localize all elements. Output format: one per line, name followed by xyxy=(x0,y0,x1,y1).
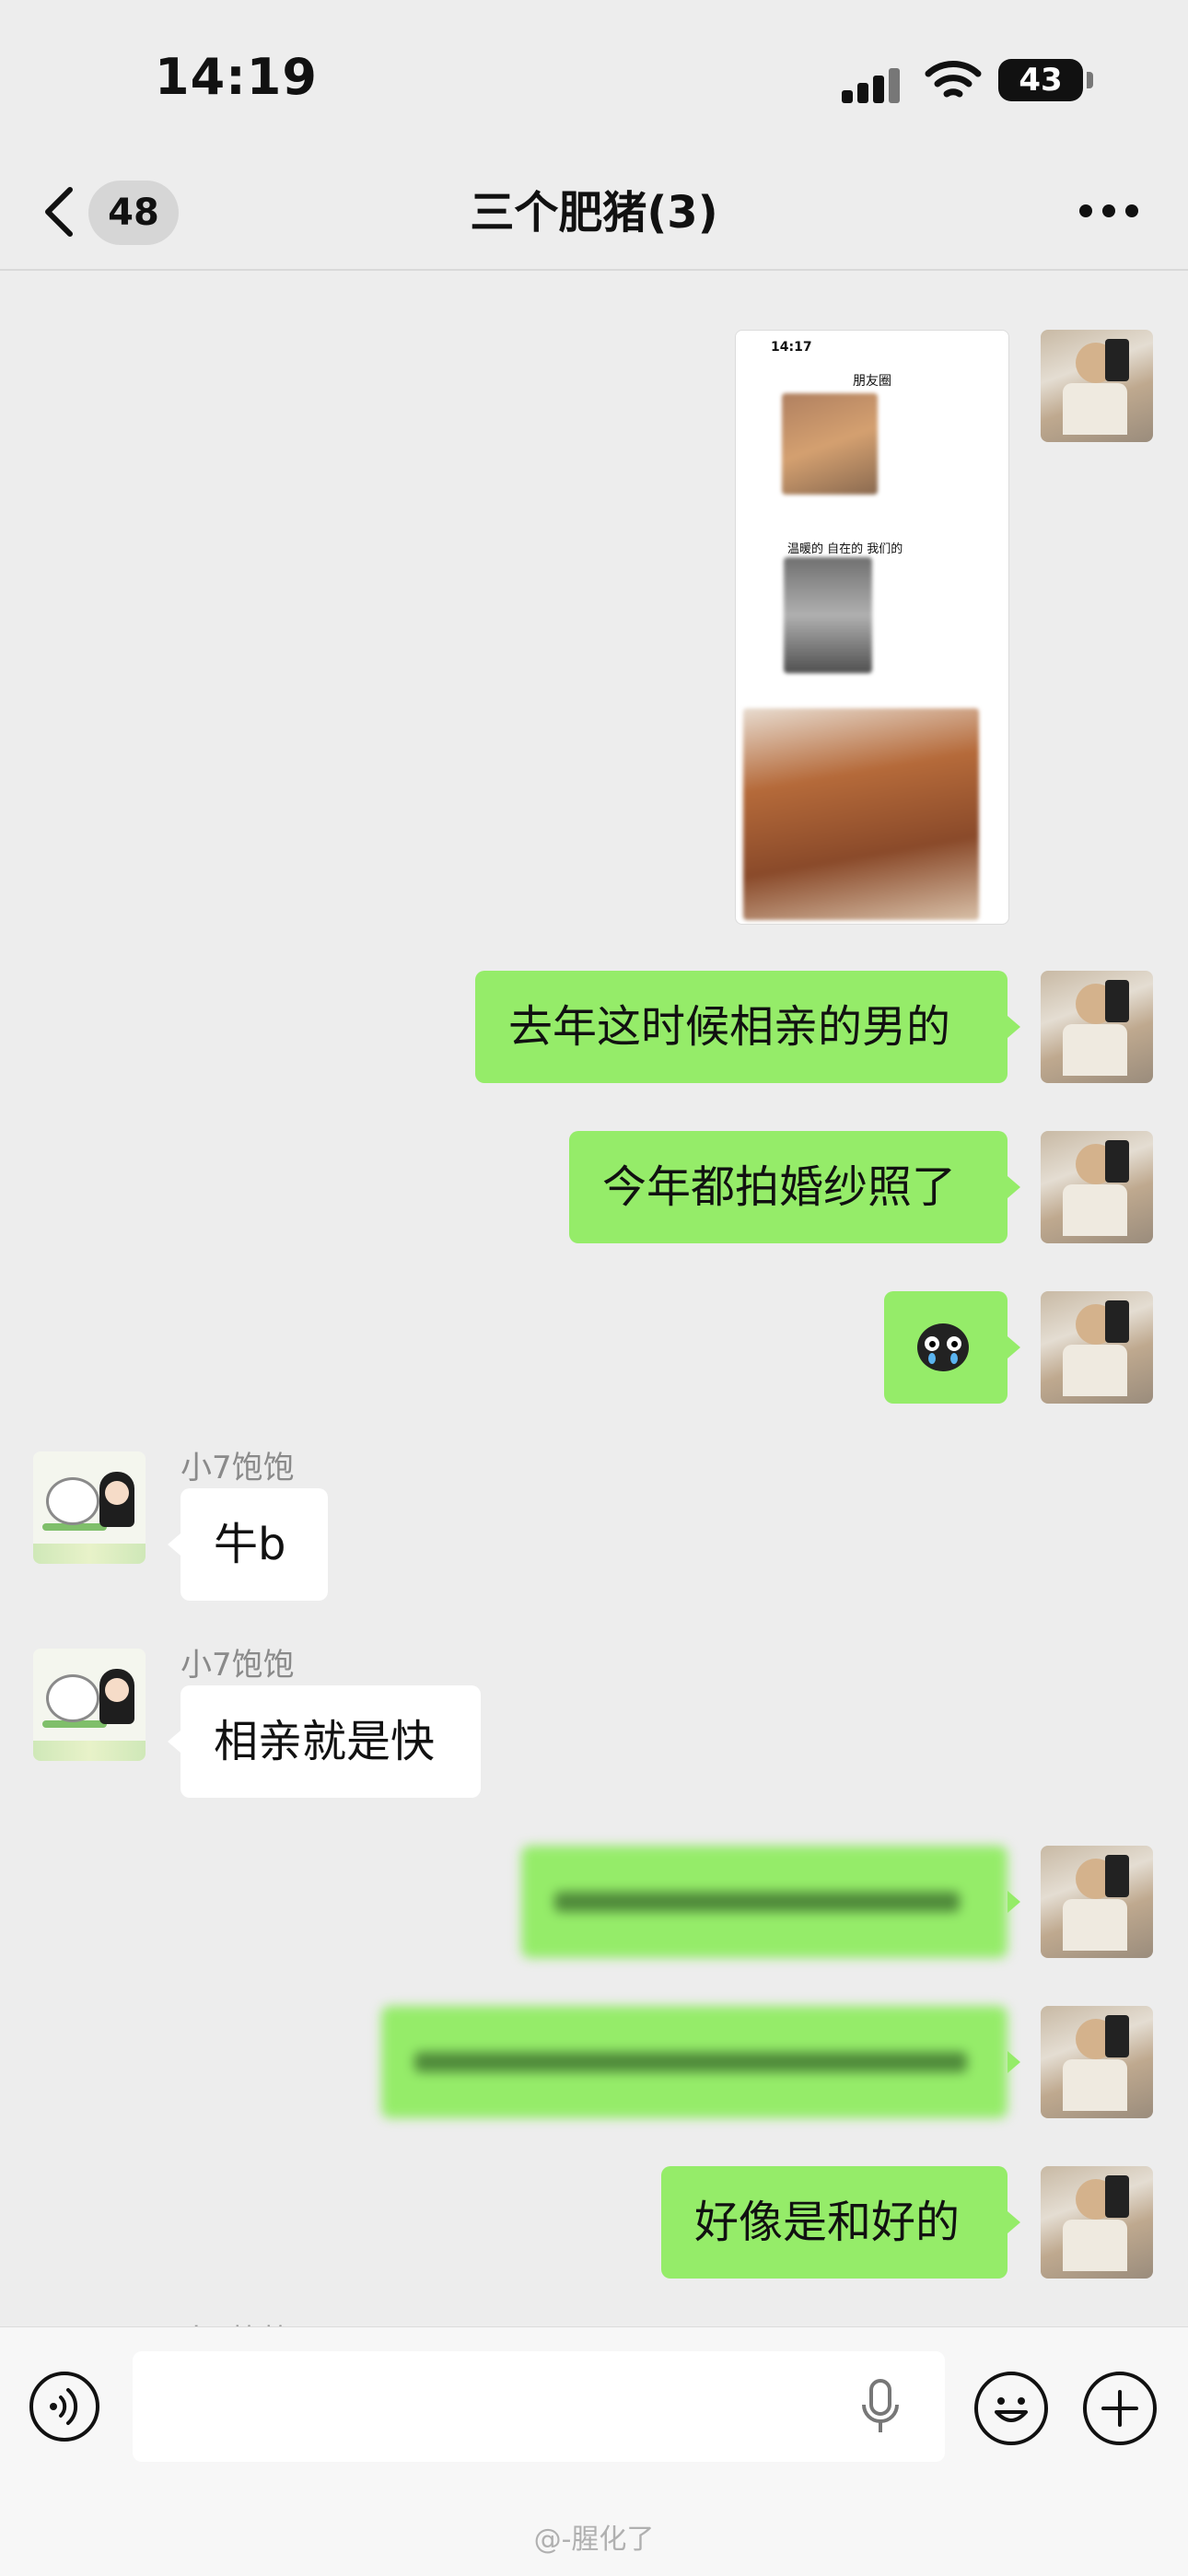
message-bubble-mine[interactable]: 好像是和好的 xyxy=(661,2166,1007,2279)
bubble-tail xyxy=(1007,1891,1020,1913)
image-message[interactable]: 14:17 朋友圈 温暖的 自在的 我们的 xyxy=(735,330,1009,925)
my-avatar[interactable] xyxy=(1041,1131,1153,1243)
message-bubble-mine[interactable]: 去年这时候相亲的男的 xyxy=(475,971,1007,1083)
battery-indicator: 43 xyxy=(998,59,1083,101)
add-attachment-icon[interactable] xyxy=(1083,2372,1157,2445)
bubble-tail xyxy=(1007,2051,1020,2073)
blurred-photo xyxy=(782,393,878,495)
cellular-signal-icon xyxy=(842,64,903,103)
my-avatar[interactable] xyxy=(1041,971,1153,1083)
blurred-photo xyxy=(743,708,979,920)
message-input[interactable] xyxy=(133,2351,945,2462)
status-bar: 14:19 43 xyxy=(0,0,1188,157)
contact-avatar[interactable] xyxy=(33,1649,146,1761)
bubble-tail xyxy=(168,1731,181,1753)
wifi-icon xyxy=(925,61,982,98)
screenshot-title: 朋友圈 xyxy=(853,374,891,389)
battery-nub xyxy=(1087,72,1093,88)
status-time: 14:19 xyxy=(155,48,318,106)
crying-face-emoji xyxy=(917,1323,969,1371)
my-avatar[interactable] xyxy=(1041,2006,1153,2118)
bubble-tail xyxy=(1007,1016,1020,1038)
sender-name: 小7饱饱 xyxy=(181,1450,295,1486)
bubble-tail xyxy=(168,1533,181,1556)
my-avatar[interactable] xyxy=(1041,1291,1153,1404)
watermark: @-腥化了 xyxy=(533,2524,655,2556)
emoji-picker-icon[interactable] xyxy=(974,2372,1048,2445)
my-avatar[interactable] xyxy=(1041,1846,1153,1958)
more-options-icon[interactable] xyxy=(1079,204,1138,219)
bubble-tail xyxy=(1007,1336,1020,1358)
sender-name: 小7饱饱 xyxy=(181,1647,295,1684)
message-bubble-mine-redacted[interactable] xyxy=(521,1846,1007,1958)
message-bubble-other[interactable]: 牛b xyxy=(181,1488,328,1601)
message-bubble-mine[interactable] xyxy=(884,1291,1007,1404)
message-bubble-mine-redacted[interactable] xyxy=(381,2006,1007,2118)
bubble-tail xyxy=(1007,2211,1020,2233)
microphone-icon[interactable] xyxy=(860,2379,901,2436)
screenshot-caption: 温暖的 自在的 我们的 xyxy=(787,542,903,556)
chat-title: 三个肥猪(3) xyxy=(470,187,718,239)
chat-header: 48 三个肥猪(3) xyxy=(0,157,1188,271)
screenshot-time: 14:17 xyxy=(771,340,812,355)
voice-input-icon[interactable] xyxy=(29,2372,99,2442)
blurred-photo xyxy=(784,557,872,673)
bubble-tail xyxy=(1007,1176,1020,1198)
my-avatar[interactable] xyxy=(1041,2166,1153,2279)
contact-avatar[interactable] xyxy=(33,1451,146,1564)
message-bubble-mine[interactable]: 今年都拍婚纱照了 xyxy=(569,1131,1007,1243)
message-bubble-other[interactable]: 相亲就是快 xyxy=(181,1685,481,1798)
my-avatar[interactable] xyxy=(1041,330,1153,442)
